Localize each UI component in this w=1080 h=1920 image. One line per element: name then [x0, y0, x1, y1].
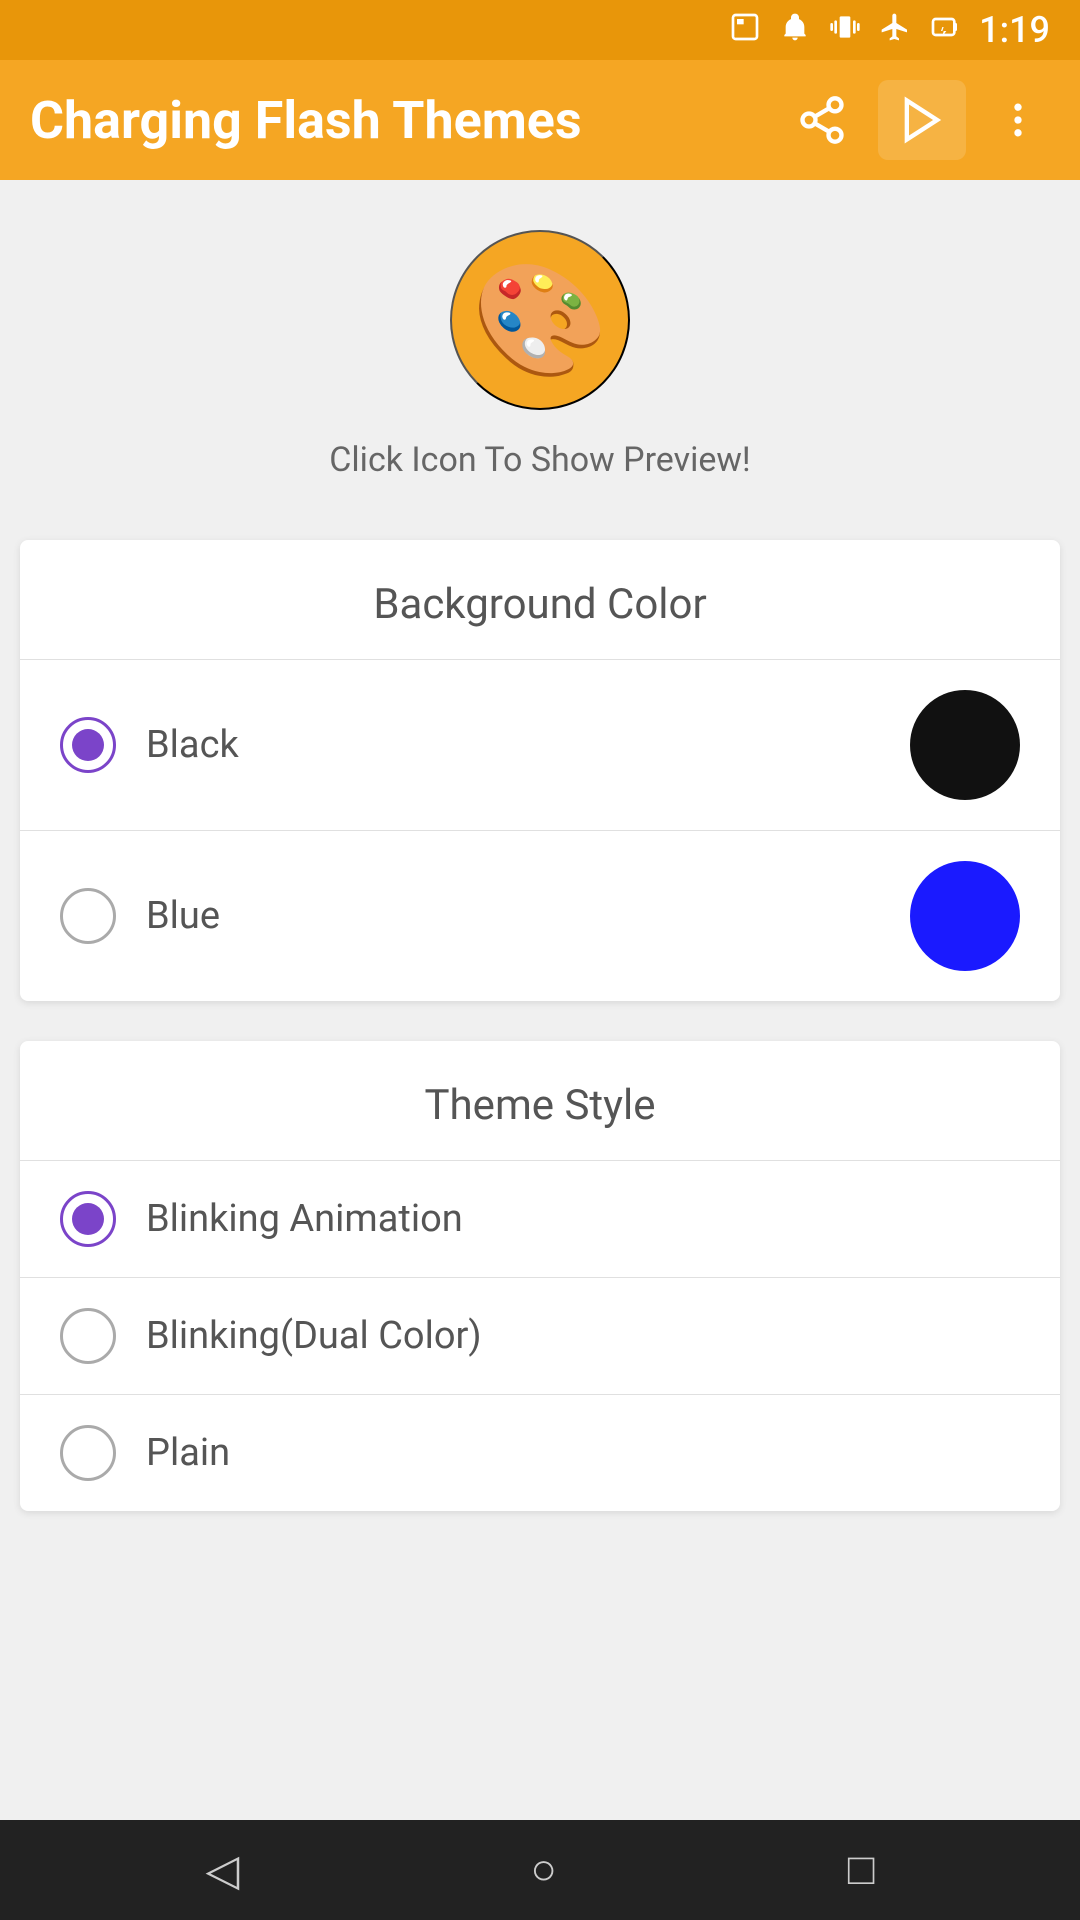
- blinking-animation-label: Blinking Animation: [146, 1197, 1020, 1241]
- app-bar: Charging Flash Themes: [0, 60, 1080, 180]
- home-nav-button[interactable]: ○: [530, 1845, 557, 1895]
- blinking-animation-radio-inner: [72, 1203, 104, 1235]
- black-radio-inner: [72, 729, 104, 761]
- black-color-swatch: [910, 690, 1020, 800]
- bottom-nav: ◁ ○ □: [0, 1820, 1080, 1920]
- app-title: Charging Flash Themes: [30, 90, 766, 151]
- blue-color-swatch: [910, 861, 1020, 971]
- hero-instruction: Click Icon To Show Preview!: [329, 440, 750, 480]
- black-radio-button[interactable]: [60, 717, 116, 773]
- more-options-button[interactable]: [986, 88, 1050, 152]
- recent-nav-button[interactable]: □: [848, 1845, 875, 1895]
- status-icons: 1:19: [729, 9, 1050, 51]
- theme-style-card: Theme Style Blinking Animation Blinking(…: [20, 1041, 1060, 1511]
- background-color-title: Background Color: [20, 540, 1060, 659]
- screenshot-icon: [729, 11, 761, 50]
- vibrate-icon: [829, 11, 861, 50]
- back-nav-button[interactable]: ◁: [206, 1845, 240, 1896]
- hero-section: 🎨 Click Icon To Show Preview!: [0, 180, 1080, 520]
- airplane-icon: [879, 11, 911, 50]
- blinking-animation-radio[interactable]: [60, 1191, 116, 1247]
- blue-radio-button[interactable]: [60, 888, 116, 944]
- home-nav-icon: ○: [530, 1845, 557, 1895]
- background-color-card: Background Color Black Blue: [20, 540, 1060, 1001]
- plain-label: Plain: [146, 1431, 1020, 1475]
- app-bar-actions: [786, 80, 1050, 160]
- recent-nav-icon: □: [848, 1845, 875, 1895]
- theme-style-title: Theme Style: [20, 1041, 1060, 1160]
- black-option-row[interactable]: Black: [20, 659, 1060, 830]
- blinking-dual-color-label: Blinking(Dual Color): [146, 1314, 1020, 1358]
- status-bar: 1:19: [0, 0, 1080, 60]
- blinking-dual-color-row[interactable]: Blinking(Dual Color): [20, 1277, 1060, 1394]
- play-store-button[interactable]: [878, 80, 966, 160]
- palette-icon: 🎨: [472, 256, 609, 385]
- share-button[interactable]: [786, 84, 858, 156]
- blinking-animation-row[interactable]: Blinking Animation: [20, 1160, 1060, 1277]
- plain-row[interactable]: Plain: [20, 1394, 1060, 1511]
- blue-option-row[interactable]: Blue: [20, 830, 1060, 1001]
- palette-preview-button[interactable]: 🎨: [450, 230, 630, 410]
- back-nav-icon: ◁: [206, 1845, 240, 1896]
- battery-charging-icon: [929, 11, 961, 50]
- black-label: Black: [146, 723, 910, 767]
- blinking-dual-color-radio[interactable]: [60, 1308, 116, 1364]
- notification-icon: [779, 11, 811, 50]
- status-time: 1:19: [979, 9, 1050, 51]
- plain-radio[interactable]: [60, 1425, 116, 1481]
- blue-label: Blue: [146, 894, 910, 938]
